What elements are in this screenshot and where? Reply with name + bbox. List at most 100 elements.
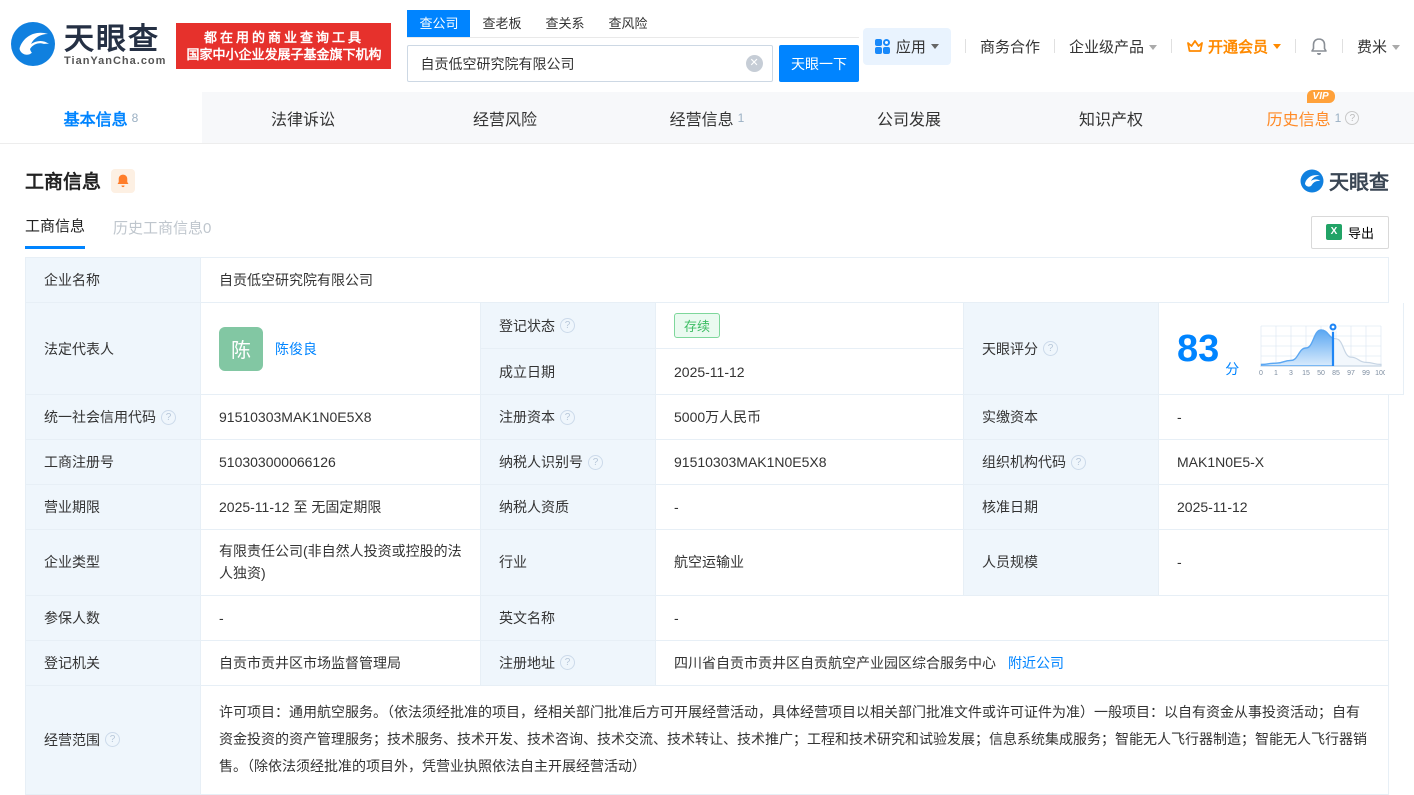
org-code-value: MAK1N0E5-X: [1159, 440, 1389, 485]
watermark-logo: 天眼查: [1300, 166, 1389, 195]
field-label: 核准日期: [964, 485, 1159, 530]
help-icon[interactable]: ?: [588, 454, 603, 470]
business-cooperation-link[interactable]: 商务合作: [980, 36, 1040, 57]
svg-text:50: 50: [1317, 370, 1325, 377]
field-label: 法定代表人: [26, 303, 201, 395]
legal-rep-link[interactable]: 陈俊良: [275, 339, 317, 359]
help-icon[interactable]: ?: [560, 318, 575, 333]
taxpayer-id-value: 91510303MAK1N0E5X8: [656, 440, 964, 485]
table-row: 营业期限 2025-11-12 至 无固定期限 纳税人资质 - 核准日期 202…: [26, 485, 1389, 530]
search-tab-risk[interactable]: 查风险: [597, 10, 660, 37]
search-tab-relation[interactable]: 查关系: [533, 10, 596, 37]
business-info-table: 企业名称 自贡低空研究院有限公司 法定代表人 陈 陈俊良 登记状态? 存续 天眼…: [25, 257, 1405, 795]
search-input[interactable]: [407, 45, 773, 82]
tianyancha-logo[interactable]: 天眼查 TianYanCha.com: [10, 21, 166, 72]
field-label: 成立日期: [481, 349, 656, 395]
logo-domain: TianYanCha.com: [64, 55, 167, 67]
field-label: 注册资本?: [481, 395, 656, 440]
tab-basic-info[interactable]: 基本信息 8: [0, 92, 202, 143]
top-header: 天眼查 TianYanCha.com 都在用的商业查询工具 国家中小企业发展子基…: [0, 0, 1414, 92]
tyc-score-cell: 83 分 0 1 3 15 50 85 97 99 100: [1159, 303, 1405, 395]
slogan-line1: 都在用的商业查询工具: [203, 30, 364, 45]
company-type-value: 有限责任公司(非自然人投资或控股的法人独资): [201, 530, 481, 596]
svg-text:85: 85: [1332, 370, 1340, 377]
tab-history-info[interactable]: 历史信息 VIP 1 ?: [1212, 89, 1414, 143]
monitor-bell-icon[interactable]: [111, 168, 136, 193]
field-label: 纳税人资质: [481, 485, 656, 530]
field-label: 行业: [481, 530, 656, 596]
score-unit: 分: [1225, 361, 1240, 377]
industry-value: 航空运输业: [656, 530, 964, 596]
svg-text:15: 15: [1302, 370, 1310, 377]
search-tab-boss[interactable]: 查老板: [470, 10, 533, 37]
chevron-down-icon: [930, 43, 939, 49]
tab-intellectual-property[interactable]: 知识产权: [1010, 92, 1212, 143]
table-row: 经营范围? 许可项目：通用航空服务。（依法须经批准的项目，经相关部门批准后方可开…: [26, 685, 1389, 795]
field-label: 工商注册号: [26, 440, 201, 485]
search-tab-company[interactable]: 查公司: [407, 10, 471, 37]
nearby-companies-link[interactable]: 附近公司: [1008, 653, 1064, 673]
open-vip-menu[interactable]: 开通会员: [1186, 36, 1281, 57]
field-label: 实缴资本: [964, 395, 1159, 440]
help-icon[interactable]: ?: [1043, 341, 1058, 356]
english-name-value: -: [656, 595, 1389, 641]
apps-label: 应用: [895, 38, 926, 56]
business-scope-value: 许可项目：通用航空服务。（依法须经批准的项目，经相关部门批准后方可开展经营活动，…: [201, 685, 1389, 795]
search-button[interactable]: 天眼一下: [778, 45, 860, 82]
avatar[interactable]: 陈: [219, 326, 263, 371]
apps-menu[interactable]: 应用: [862, 27, 951, 65]
field-label: 人员规模: [964, 530, 1159, 596]
reg-capital-value: 5000万人民币: [656, 395, 964, 440]
staff-size-value: -: [1159, 530, 1389, 596]
field-label: 参保人数: [26, 595, 201, 641]
logo-name: 天眼查: [64, 23, 160, 56]
establish-date-value: 2025-11-12: [656, 349, 964, 395]
table-row: 企业名称 自贡低空研究院有限公司: [26, 258, 1389, 303]
notifications-bell-icon[interactable]: [1310, 37, 1328, 56]
tab-operation-risk[interactable]: 经营风险: [404, 92, 606, 143]
tab-company-development[interactable]: 公司发展: [808, 92, 1010, 143]
subtab-business-info[interactable]: 工商信息: [25, 215, 86, 249]
field-label: 经营范围?: [26, 685, 201, 795]
svg-text:99: 99: [1362, 370, 1370, 377]
enterprise-products-menu[interactable]: 企业级产品: [1069, 36, 1157, 57]
help-icon[interactable]: ?: [105, 732, 120, 748]
reg-status-value: 存续: [656, 303, 964, 349]
help-icon[interactable]: ?: [161, 409, 176, 425]
slogan-line2: 国家中小企业发展子基金旗下机构: [186, 47, 382, 62]
watermark-text: 天眼查: [1329, 172, 1389, 194]
svg-text:1: 1: [1274, 370, 1278, 377]
approval-date-value: 2025-11-12: [1159, 485, 1389, 530]
field-label: 纳税人识别号?: [481, 440, 656, 485]
tab-legal-litigation[interactable]: 法律诉讼: [202, 92, 404, 143]
export-button[interactable]: X 导出: [1310, 215, 1389, 249]
taxpayer-quality-value: -: [656, 485, 964, 530]
help-icon[interactable]: ?: [1071, 454, 1086, 470]
help-icon[interactable]: ?: [560, 409, 575, 425]
company-name-value: 自贡低空研究院有限公司: [201, 258, 1389, 303]
help-icon[interactable]: ?: [1345, 110, 1360, 125]
business-term-value: 2025-11-12 至 无固定期限: [201, 485, 481, 530]
table-row: 参保人数 - 英文名称 -: [26, 595, 1389, 641]
help-icon[interactable]: ?: [560, 655, 575, 671]
score-distribution-chart: 0 1 3 15 50 85 97 99 100: [1259, 321, 1385, 377]
credit-code-value: 91510303MAK1N0E5X8: [201, 395, 481, 440]
excel-icon: X: [1325, 224, 1342, 240]
vip-badge: VIP: [1306, 89, 1335, 103]
tab-operation-info[interactable]: 经营信息 1: [606, 92, 808, 143]
field-label: 营业期限: [26, 485, 201, 530]
clear-search-icon[interactable]: ✕: [745, 55, 763, 72]
score-value: 83: [1177, 327, 1220, 370]
field-label: 企业名称: [26, 258, 201, 303]
legal-rep-cell: 陈 陈俊良: [201, 303, 481, 395]
subtab-history-business-info[interactable]: 历史工商信息0: [113, 217, 211, 248]
slogan-banner: 都在用的商业查询工具 国家中小企业发展子基金旗下机构: [176, 23, 392, 69]
table-row: 登记机关 自贡市贡井区市场监督管理局 注册地址? 四川省自贡市贡井区自贡航空产业…: [26, 640, 1389, 686]
chevron-down-icon: [1392, 45, 1400, 51]
paid-capital-value: -: [1159, 395, 1389, 440]
table-row: 法定代表人 陈 陈俊良 登记状态? 存续 天眼评分? 83 分 0 1 3 15 50 8…: [26, 303, 1405, 395]
apps-grid-icon: [874, 38, 890, 54]
search-area: 查公司 查老板 查关系 查风险 ✕ 天眼一下: [407, 10, 860, 82]
field-label: 登记机关: [26, 640, 201, 686]
user-account-menu[interactable]: 费米: [1357, 36, 1400, 57]
